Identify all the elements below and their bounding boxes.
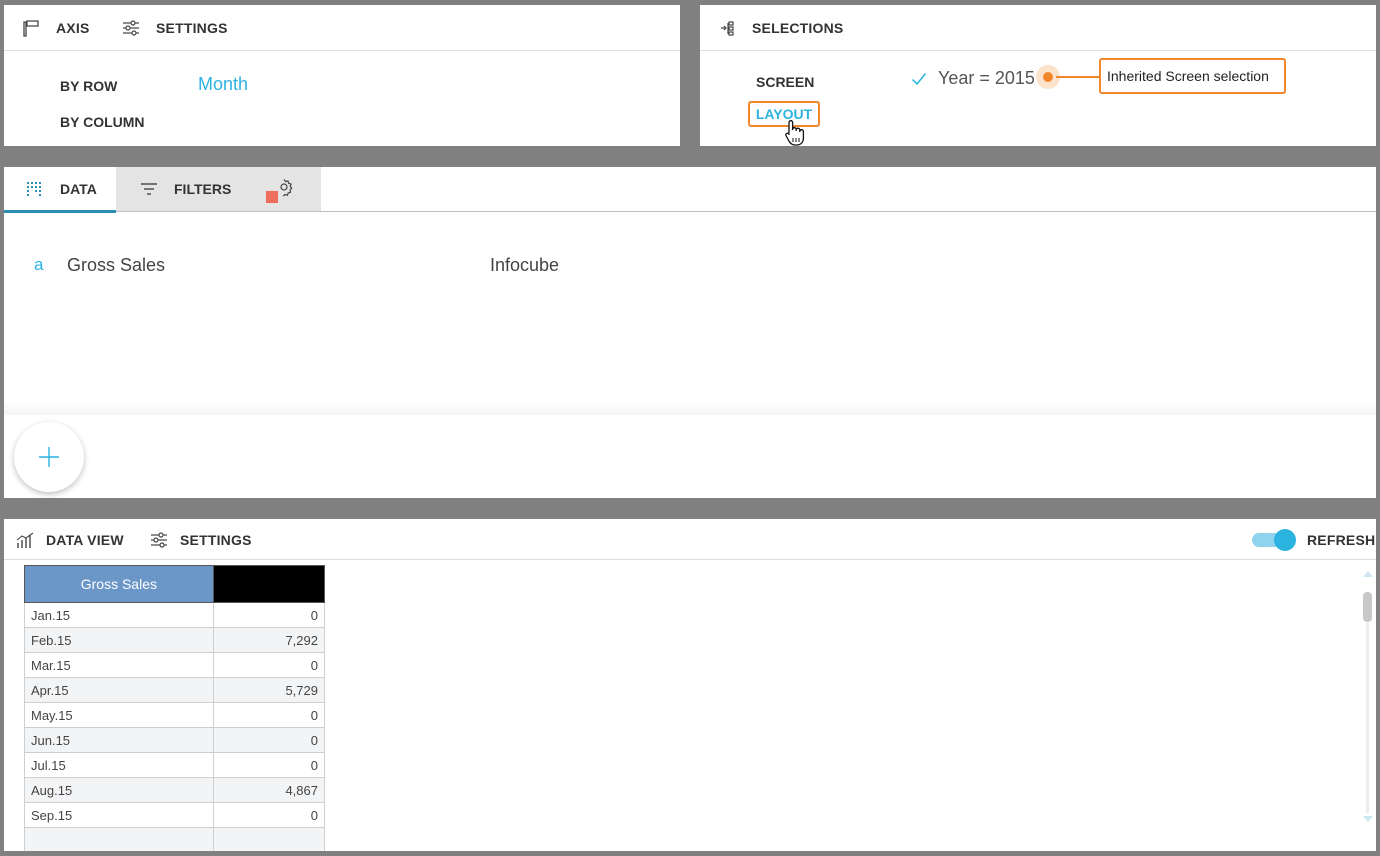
by-row-label: BY ROW <box>60 78 118 94</box>
tab-filters-label: FILTERS <box>174 181 232 197</box>
table-row: Aug.15 4,867 <box>24 777 326 803</box>
table-row: Feb.15 7,292 <box>24 627 326 653</box>
by-column-label: BY COLUMN <box>60 114 145 130</box>
data-row[interactable]: a Gross Sales Infocube <box>4 247 704 283</box>
plus-icon <box>39 447 59 467</box>
bar-chart-icon <box>16 532 34 548</box>
data-grid: Gross Sales Jan.15 0 Feb.15 7,292 Mar.15 0 … <box>24 565 326 851</box>
dataview-title: DATA VIEW <box>46 531 124 548</box>
table-header-row: Gross Sales <box>24 565 326 603</box>
data-tabs: DATA FILTERS <box>4 167 1376 213</box>
add-button[interactable] <box>14 422 84 492</box>
vertical-scrollbar[interactable] <box>1362 569 1374 825</box>
row-label[interactable]: Jun.15 <box>24 727 214 753</box>
row-label[interactable]: May.15 <box>24 702 214 728</box>
dataview-panel: DATA VIEW SETTINGS REFRESH Gross Sales J… <box>4 519 1376 851</box>
cell-value[interactable]: 0 <box>212 752 326 778</box>
selections-panel: SELECTIONS SCREEN LAYOUT Year = 2015 Inh… <box>700 5 1376 146</box>
dataview-tab[interactable]: DATA VIEW <box>16 519 124 560</box>
sliders-icon <box>123 20 139 36</box>
cell-value[interactable]: 0 <box>212 727 326 753</box>
table-row: Apr.15 5,729 <box>24 677 326 703</box>
tab-data-label: DATA <box>60 181 97 197</box>
table-row <box>24 827 326 851</box>
cell-value[interactable]: 7,292 <box>212 627 326 653</box>
table-row: Jul.15 0 <box>24 752 326 778</box>
cell-value[interactable]: 0 <box>212 602 326 628</box>
row-label[interactable]: Aug.15 <box>24 777 214 803</box>
filter-icon <box>141 183 157 195</box>
screen-label[interactable]: SCREEN <box>756 74 814 90</box>
axis-panel-header: AXIS SETTINGS <box>4 5 680 51</box>
cell-value[interactable]: 0 <box>212 802 326 828</box>
refresh-toggle[interactable] <box>1252 529 1298 551</box>
column-header[interactable] <box>212 565 326 603</box>
cell-value[interactable]: 5,729 <box>212 677 326 703</box>
cell-value[interactable]: 0 <box>212 702 326 728</box>
axis-settings-tab[interactable]: SETTINGS <box>122 5 228 51</box>
selections-title: SELECTIONS <box>752 20 844 36</box>
row-label[interactable]: Apr.15 <box>24 677 214 703</box>
refresh-label: REFRESH <box>1307 531 1376 548</box>
dataview-settings-label: SETTINGS <box>180 531 252 548</box>
dataview-header: DATA VIEW SETTINGS REFRESH <box>4 519 1376 560</box>
table-row: Mar.15 0 <box>24 652 326 678</box>
table-row: Jan.15 0 <box>24 602 326 628</box>
by-row-value[interactable]: Month <box>198 74 248 95</box>
axis-settings-label: SETTINGS <box>156 20 228 36</box>
axis-tab[interactable]: AXIS <box>22 5 89 51</box>
data-row-source: Infocube <box>490 255 560 275</box>
scroll-up-icon[interactable] <box>1363 571 1373 577</box>
hierarchy-icon <box>721 21 734 36</box>
tab-advanced-settings[interactable] <box>264 167 304 211</box>
row-label[interactable]: Mar.15 <box>24 652 214 678</box>
row-label[interactable]: Sep.15 <box>24 802 214 828</box>
data-panel: DATA FILTERS a Gross Sales Infocube <box>4 167 1376 498</box>
table-row: Jun.15 0 <box>24 727 326 753</box>
cell-value[interactable]: 0 <box>212 652 326 678</box>
data-row-name: Gross Sales <box>67 255 166 275</box>
scroll-track <box>1366 623 1369 813</box>
tab-data[interactable]: DATA <box>4 167 116 213</box>
selection-value[interactable]: Year = 2015 <box>938 68 1035 89</box>
dataview-settings-tab[interactable]: SETTINGS <box>150 519 252 560</box>
selections-tab[interactable]: SELECTIONS <box>720 5 843 51</box>
tooltip-text: Inherited Screen selection <box>1107 68 1269 84</box>
table-row: May.15 0 <box>24 702 326 728</box>
axis-icon <box>23 20 39 37</box>
row-label[interactable]: Feb.15 <box>24 627 214 653</box>
scroll-thumb[interactable] <box>1363 592 1372 622</box>
row-label[interactable]: Jul.15 <box>24 752 214 778</box>
axis-label: AXIS <box>56 20 90 36</box>
check-icon <box>911 73 927 86</box>
scroll-down-icon[interactable] <box>1363 816 1373 822</box>
row-label[interactable]: Jan.15 <box>24 602 214 628</box>
axis-panel: AXIS SETTINGS BY ROW Month BY COLUMN <box>4 5 680 146</box>
hand-cursor-icon <box>785 120 805 146</box>
table-row: Sep.15 0 <box>24 802 326 828</box>
tab-filters[interactable]: FILTERS <box>116 167 246 211</box>
column-header[interactable]: Gross Sales <box>24 565 214 603</box>
sliders-icon <box>151 531 167 548</box>
footer-shadow <box>4 401 1376 415</box>
data-type-indicator: a <box>34 255 44 274</box>
selections-header: SELECTIONS <box>700 5 1376 51</box>
cell-value[interactable]: 4,867 <box>212 777 326 803</box>
tooltip-connector <box>1056 76 1100 78</box>
tooltip-box: Inherited Screen selection <box>1099 58 1286 94</box>
grid-dots-icon <box>27 182 41 196</box>
warning-badge-icon <box>266 191 278 203</box>
